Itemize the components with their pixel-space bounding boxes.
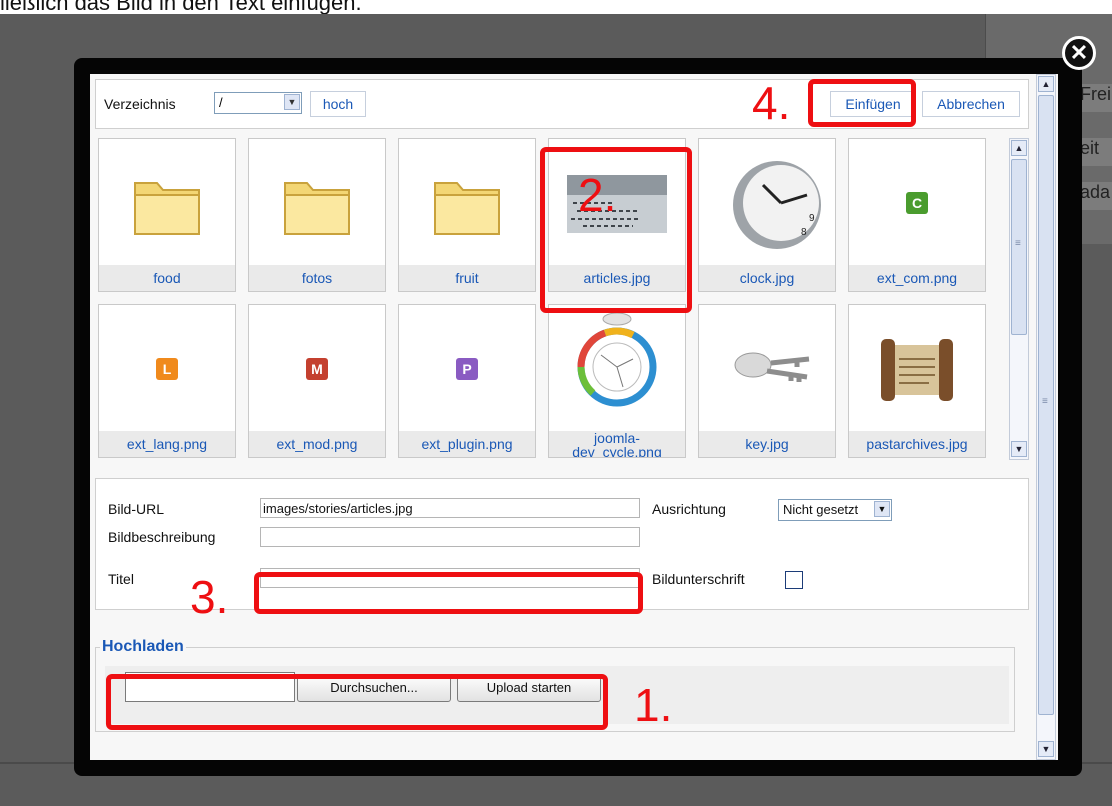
scroll-thumbnail xyxy=(881,339,953,401)
scroll-up-icon[interactable]: ▲ xyxy=(1011,140,1027,156)
gallery-item-label: ext_plugin.png xyxy=(399,431,535,457)
gallery-item-label: ext_mod.png xyxy=(249,431,385,457)
description-field[interactable] xyxy=(260,527,640,547)
gallery-item-label: ext_com.png xyxy=(849,265,985,291)
up-button[interactable]: hoch xyxy=(310,91,366,117)
gallery-item-label: pastarchives.jpg xyxy=(849,431,985,457)
gallery-item-label: clock.jpg xyxy=(699,265,835,291)
folder-icon xyxy=(434,182,500,235)
scroll-thumb[interactable]: ≡ xyxy=(1038,95,1054,715)
folder-icon xyxy=(134,182,200,235)
align-value: Nicht gesetzt xyxy=(783,502,859,517)
gallery-item-label: fruit xyxy=(399,265,535,291)
align-select[interactable]: Nicht gesetzt ▼ xyxy=(778,499,892,521)
badge-l-icon: L xyxy=(156,358,178,380)
gallery-item-fotos[interactable]: fotos xyxy=(248,138,386,292)
badge-letter: L xyxy=(163,361,172,377)
gallery-item-joomla-dev-cycle[interactable]: joomla- dev_cycle.png xyxy=(548,304,686,458)
annotation-step-3: 3. xyxy=(190,571,229,623)
directory-select[interactable]: / ▼ xyxy=(214,92,302,114)
grip-icon: ≡ xyxy=(1042,396,1048,407)
badge-letter: P xyxy=(462,361,471,377)
directory-value: / xyxy=(219,95,223,110)
gallery-item-pastarchives[interactable]: pastarchives.jpg xyxy=(848,304,986,458)
url-field[interactable]: images/stories/articles.jpg xyxy=(260,498,640,518)
badge-m-icon: M xyxy=(306,358,328,380)
gallery-item-key[interactable]: key.jpg xyxy=(698,304,836,458)
gallery-item-label: food xyxy=(99,265,235,291)
keys-thumbnail xyxy=(734,352,810,382)
scroll-down-icon[interactable]: ▼ xyxy=(1038,741,1054,757)
chevron-down-icon[interactable]: ▼ xyxy=(874,501,890,517)
grip-icon: ≡ xyxy=(1015,238,1021,249)
gallery-item-food[interactable]: food xyxy=(98,138,236,292)
gallery-item-ext-plugin[interactable]: P ext_plugin.png xyxy=(398,304,536,458)
close-icon[interactable]: ✕ xyxy=(1062,36,1096,70)
annotation-step-4: 4. xyxy=(752,77,791,129)
scroll-up-icon[interactable]: ▲ xyxy=(1038,76,1054,92)
description-label: Bildbeschreibung xyxy=(108,529,216,545)
annotation-box-insert xyxy=(808,79,916,127)
gallery-item-clock[interactable]: 8 9 clock.jpg xyxy=(698,138,836,292)
annotation-box-title xyxy=(254,572,643,614)
gallery-item-fruit[interactable]: fruit xyxy=(398,138,536,292)
annotation-step-2: 2. xyxy=(578,169,617,221)
badge-letter: C xyxy=(912,195,922,211)
url-label: Bild-URL xyxy=(108,501,165,517)
badge-p-icon: P xyxy=(456,358,478,380)
gallery-scrollbar[interactable]: ▲ ≡ ▼ xyxy=(1009,138,1029,460)
svg-text:9: 9 xyxy=(809,213,815,224)
annotation-box-upload xyxy=(106,674,608,730)
badge-c-icon: C xyxy=(906,192,928,214)
scroll-down-icon[interactable]: ▼ xyxy=(1011,441,1027,457)
annotation-step-1: 1. xyxy=(634,679,673,731)
gallery-item-ext-lang[interactable]: L ext_lang.png xyxy=(98,304,236,458)
cycle-diagram-thumbnail xyxy=(577,312,657,407)
folder-icon xyxy=(284,182,350,235)
upload-legend: Hochladen xyxy=(102,638,184,655)
gallery-item-ext-com[interactable]: C ext_com.png xyxy=(848,138,986,292)
svg-text:8: 8 xyxy=(801,227,807,238)
gallery-item-label-line: joomla- xyxy=(594,431,640,446)
title-label: Titel xyxy=(108,571,134,587)
clock-thumbnail: 8 9 xyxy=(733,161,821,249)
directory-label: Verzeichnis xyxy=(104,96,176,112)
gallery-item-label: joomla- dev_cycle.png xyxy=(549,431,685,457)
chevron-down-icon[interactable]: ▼ xyxy=(284,94,300,110)
modal-scrollbar[interactable]: ▲ ≡ ▼ xyxy=(1036,74,1056,760)
gallery-item-ext-mod[interactable]: M ext_mod.png xyxy=(248,304,386,458)
gallery-item-label-line: dev_cycle.png xyxy=(572,444,662,457)
gallery-item-label: ext_lang.png xyxy=(99,431,235,457)
cancel-button[interactable]: Abbrechen xyxy=(922,91,1020,117)
caption-checkbox[interactable] xyxy=(785,571,803,589)
align-label: Ausrichtung xyxy=(652,501,726,517)
gallery-item-label: key.jpg xyxy=(699,431,835,457)
gallery-item-label: fotos xyxy=(249,265,385,291)
badge-letter: M xyxy=(311,361,323,377)
caption-label: Bildunterschrift xyxy=(652,571,745,587)
scroll-thumb[interactable]: ≡ xyxy=(1011,159,1027,335)
